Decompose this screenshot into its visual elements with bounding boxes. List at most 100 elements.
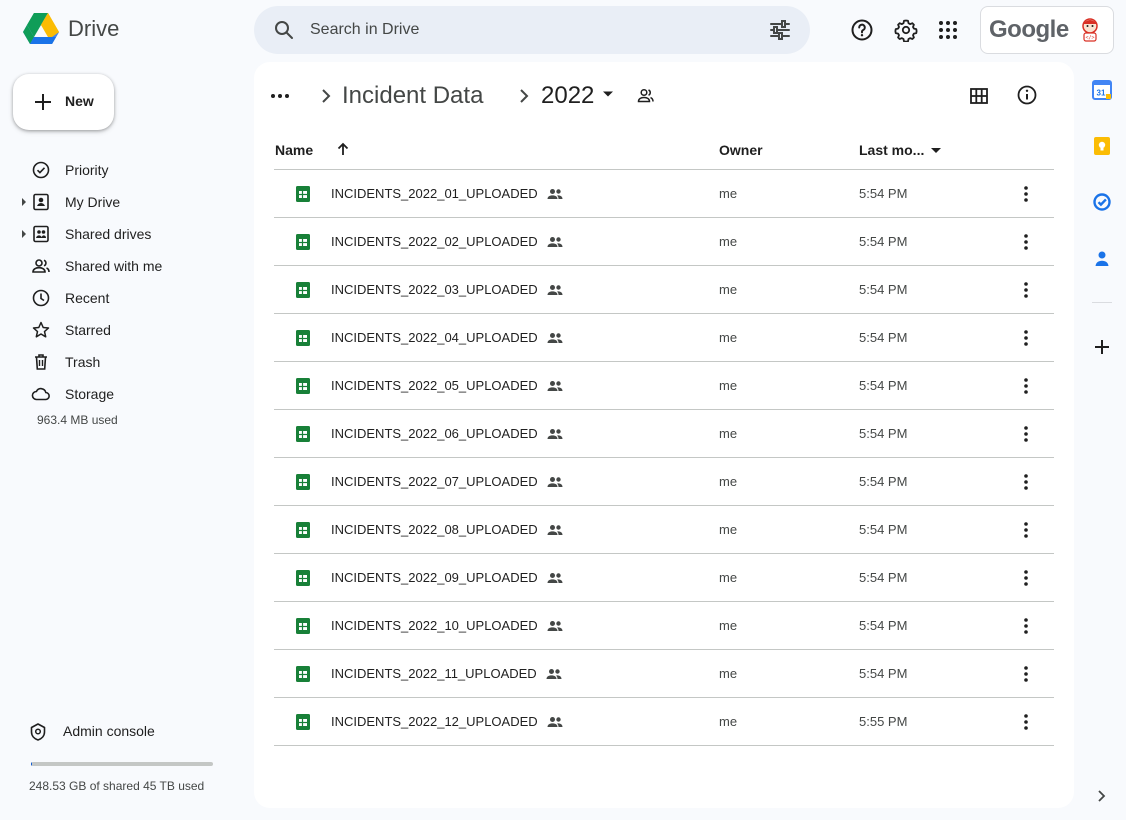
google-sheets-icon xyxy=(296,474,310,490)
search-input[interactable] xyxy=(310,16,750,44)
owner-cell: me xyxy=(719,474,738,489)
column-header-name[interactable]: Name xyxy=(275,142,313,170)
file-name-cell: INCIDENTS_2022_11_UPLOADED xyxy=(331,666,563,681)
file-name-cell: INCIDENTS_2022_10_UPLOADED xyxy=(331,618,564,633)
more-vertical-icon[interactable] xyxy=(1016,664,1036,684)
more-horizontal-icon[interactable] xyxy=(270,84,290,108)
sidebar-item-recent[interactable]: Recent xyxy=(0,282,240,314)
last-modified-cell: 5:54 PM xyxy=(859,570,908,585)
expand-caret-icon[interactable] xyxy=(21,198,27,206)
grid-view-icon[interactable] xyxy=(962,82,996,110)
table-row[interactable]: INCIDENTS_2022_08_UPLOADED me 5:54 PM xyxy=(274,506,1054,554)
search-options-icon[interactable] xyxy=(768,18,792,42)
more-vertical-icon[interactable] xyxy=(1016,424,1036,444)
last-modified-cell: 5:54 PM xyxy=(859,186,908,201)
add-addon-icon[interactable] xyxy=(1092,337,1112,357)
table-row[interactable]: INCIDENTS_2022_09_UPLOADED me 5:54 PM xyxy=(274,554,1054,602)
more-vertical-icon[interactable] xyxy=(1016,184,1036,204)
tasks-icon[interactable] xyxy=(1092,192,1112,212)
google-sheets-icon xyxy=(296,522,310,538)
breadcrumb-current[interactable]: 2022 xyxy=(541,82,594,110)
google-sheets-icon xyxy=(296,426,310,442)
table-row[interactable]: INCIDENTS_2022_02_UPLOADED me 5:54 PM xyxy=(274,218,1054,266)
more-vertical-icon[interactable] xyxy=(1016,328,1036,348)
more-vertical-icon[interactable] xyxy=(1016,520,1036,540)
shared-people-icon xyxy=(547,428,563,439)
shared-people-icon xyxy=(547,524,563,535)
file-name: INCIDENTS_2022_04_UPLOADED xyxy=(331,330,538,345)
shared-drives-icon xyxy=(33,225,49,243)
storage-used-text: 963.4 MB used xyxy=(37,413,118,427)
more-vertical-icon[interactable] xyxy=(1016,472,1036,492)
priority-icon xyxy=(32,161,50,179)
more-vertical-icon[interactable] xyxy=(1016,232,1036,252)
calendar-icon[interactable]: 31 xyxy=(1092,80,1112,100)
account-button[interactable]: Google </> xyxy=(980,6,1114,54)
sidebar-item-label: Trash xyxy=(65,354,101,370)
more-vertical-icon[interactable] xyxy=(1016,280,1036,300)
contacts-icon[interactable] xyxy=(1092,248,1112,268)
table-row[interactable]: INCIDENTS_2022_03_UPLOADED me 5:54 PM xyxy=(274,266,1054,314)
search-bar[interactable] xyxy=(254,6,810,54)
settings-button[interactable] xyxy=(886,10,926,50)
shared-people-icon xyxy=(547,284,563,295)
info-icon[interactable] xyxy=(1016,84,1038,106)
svg-text:31: 31 xyxy=(1097,89,1106,98)
sidebar-item-label: Shared drives xyxy=(65,226,152,242)
file-list: INCIDENTS_2022_01_UPLOADED me 5:54 PM INCID… xyxy=(274,170,1054,746)
sidebar-item-label: Recent xyxy=(65,290,110,306)
sidebar-item-my-drive[interactable]: My Drive xyxy=(0,186,240,218)
owner-cell: me xyxy=(719,282,738,297)
expand-caret-icon[interactable] xyxy=(21,230,27,238)
table-row[interactable]: INCIDENTS_2022_06_UPLOADED me 5:54 PM xyxy=(274,410,1054,458)
dropdown-arrow-icon[interactable] xyxy=(602,90,614,98)
table-row[interactable]: INCIDENTS_2022_10_UPLOADED me 5:54 PM xyxy=(274,602,1054,650)
more-vertical-icon[interactable] xyxy=(1016,616,1036,636)
sidebar-item-label: Priority xyxy=(65,162,109,178)
table-row[interactable]: INCIDENTS_2022_01_UPLOADED me 5:54 PM xyxy=(274,170,1054,218)
sidebar-item-trash[interactable]: Trash xyxy=(0,346,240,378)
keep-icon[interactable] xyxy=(1092,136,1112,156)
file-name: INCIDENTS_2022_11_UPLOADED xyxy=(331,666,537,681)
table-row[interactable]: INCIDENTS_2022_12_UPLOADED me 5:55 PM xyxy=(274,698,1054,746)
table-row[interactable]: INCIDENTS_2022_11_UPLOADED me 5:54 PM xyxy=(274,650,1054,698)
chevron-right-icon[interactable] xyxy=(1092,786,1112,806)
sidebar-item-shared-with-me[interactable]: Shared with me xyxy=(0,250,240,282)
more-vertical-icon[interactable] xyxy=(1016,376,1036,396)
sidebar-item-shared-drives[interactable]: Shared drives xyxy=(0,218,240,250)
sidebar-item-starred[interactable]: Starred xyxy=(0,314,240,346)
file-name-cell: INCIDENTS_2022_03_UPLOADED xyxy=(331,282,564,297)
sidebar-item-storage[interactable]: Storage xyxy=(0,378,240,410)
google-sheets-icon xyxy=(296,618,310,634)
more-vertical-icon[interactable] xyxy=(1016,712,1036,732)
more-vertical-icon[interactable] xyxy=(1016,568,1036,588)
table-row[interactable]: INCIDENTS_2022_05_UPLOADED me 5:54 PM xyxy=(274,362,1054,410)
owner-cell: me xyxy=(719,426,738,441)
new-button[interactable]: New xyxy=(13,74,114,130)
sidebar-item-label: Shared with me xyxy=(65,258,163,274)
table-row[interactable]: INCIDENTS_2022_07_UPLOADED me 5:54 PM xyxy=(274,458,1054,506)
sort-ascending-icon[interactable] xyxy=(335,141,351,157)
file-list-panel: Incident Data 2022 Name Owner Last mo... xyxy=(254,62,1074,808)
last-modified-cell: 5:54 PM xyxy=(859,618,908,633)
owner-cell: me xyxy=(719,714,738,729)
help-button[interactable] xyxy=(842,10,882,50)
drive-logo-text: Drive xyxy=(68,16,120,41)
chevron-right-icon xyxy=(322,89,331,103)
help-icon xyxy=(851,19,873,41)
shared-people-icon xyxy=(547,332,563,343)
file-name-cell: INCIDENTS_2022_04_UPLOADED xyxy=(331,330,564,345)
apps-button[interactable] xyxy=(928,10,968,50)
sidebar-item-priority[interactable]: Priority xyxy=(0,154,240,186)
table-row[interactable]: INCIDENTS_2022_04_UPLOADED me 5:54 PM xyxy=(274,314,1054,362)
my-drive-icon xyxy=(33,193,49,211)
owner-cell: me xyxy=(719,378,738,393)
column-header-owner[interactable]: Owner xyxy=(719,142,763,170)
clock-icon xyxy=(32,289,50,307)
file-name: INCIDENTS_2022_08_UPLOADED xyxy=(331,522,538,537)
chevron-right-icon xyxy=(520,89,529,103)
search-icon[interactable] xyxy=(272,18,296,42)
drive-logo[interactable]: Drive xyxy=(22,12,119,46)
breadcrumb-parent[interactable]: Incident Data xyxy=(342,82,483,110)
column-header-last-modified[interactable]: Last mo... xyxy=(859,142,942,170)
